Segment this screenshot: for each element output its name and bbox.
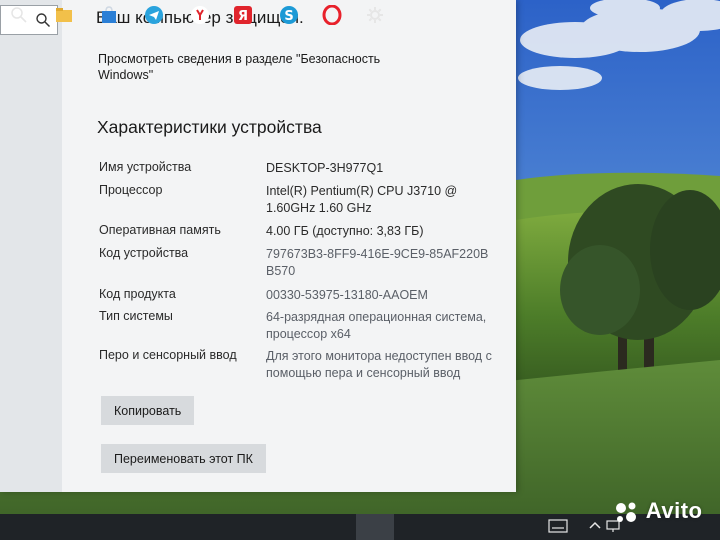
spec-value-system-type: 64-разрядная операционная система, проце… — [266, 310, 487, 341]
skype-icon[interactable]: S — [279, 5, 299, 25]
windows-security-link[interactable]: Просмотреть сведения в разделе "Безопасн… — [98, 51, 418, 83]
yandex-browser-icon[interactable] — [190, 5, 210, 25]
device-specifications-heading: Характеристики устройства — [97, 117, 322, 137]
keyboard-icon[interactable] — [548, 519, 568, 533]
spec-label-device-id: Код устройства — [99, 246, 189, 260]
spec-label-system-type: Тип системы — [99, 309, 173, 323]
spec-label-processor: Процессор — [99, 183, 163, 197]
search-icon[interactable] — [9, 5, 29, 25]
spec-label-device-name: Имя устройства — [99, 160, 192, 174]
spec-value-device-name: DESKTOP-3H977Q1 — [266, 161, 384, 175]
watermark-text: Avito — [645, 498, 703, 523]
opera-icon[interactable] — [322, 5, 342, 25]
settings-window: Ваш компьютер защищен. Просмотреть сведе… — [0, 0, 516, 492]
search-icon — [36, 13, 51, 28]
spec-label-product-id: Код продукта — [99, 287, 176, 301]
avito-watermark: Avito — [612, 498, 702, 528]
svg-text:S: S — [284, 9, 293, 24]
spec-value-processor: Intel(R) Pentium(R) CPU J3710 @ 1.60GHz … — [266, 184, 458, 215]
rename-pc-button[interactable]: Переименовать этот ПК — [101, 444, 266, 473]
yandex-icon[interactable]: Я — [233, 5, 253, 25]
store-icon[interactable] — [99, 5, 119, 25]
settings-nav-rail — [0, 0, 62, 492]
chevron-up-icon[interactable] — [588, 519, 602, 533]
svg-text:Я: Я — [238, 9, 248, 24]
copy-button[interactable]: Копировать — [101, 396, 195, 425]
spec-label-ram: Оперативная память — [99, 223, 221, 237]
avito-logo-icon — [616, 502, 636, 523]
spec-value-device-id: 797673B3-8FF9-416E-9CE9-85AF220BB570 — [266, 247, 489, 278]
file-explorer-icon[interactable] — [54, 5, 74, 25]
spec-value-pen-touch: Для этого монитора недоступен ввод с пом… — [266, 349, 492, 380]
spec-label-pen-touch: Перо и сенсорный ввод — [99, 348, 237, 362]
spec-value-ram: 4.00 ГБ (доступно: 3,83 ГБ) — [266, 224, 424, 238]
settings-icon[interactable] — [365, 5, 385, 25]
telegram-icon[interactable] — [144, 5, 164, 25]
about-page: Ваш компьютер защищен. Просмотреть сведе… — [62, 0, 516, 492]
spec-value-product-id: 00330-53975-13180-AAOEM — [266, 288, 428, 302]
active-app-highlight — [356, 514, 394, 540]
screen: Ваш компьютер защищен. Просмотреть сведе… — [0, 0, 720, 540]
